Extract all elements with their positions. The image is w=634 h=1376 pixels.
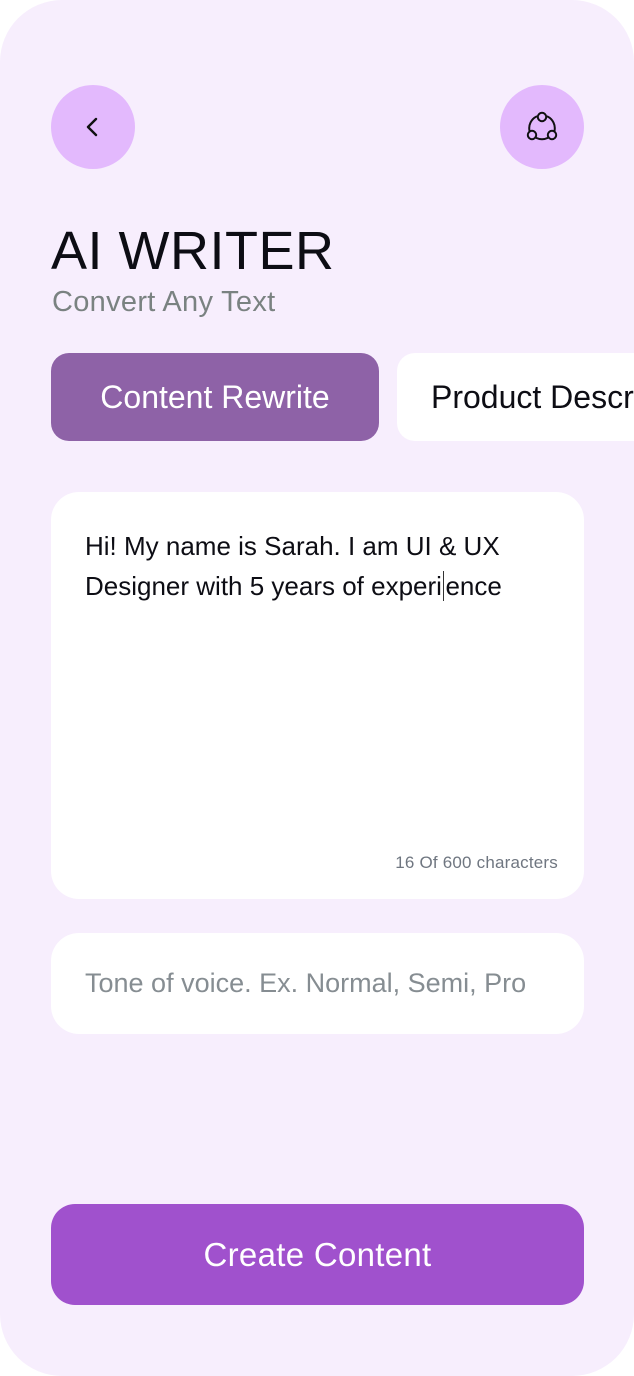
back-button[interactable] <box>51 85 135 169</box>
share-nodes-icon <box>526 111 558 141</box>
editor-text-after-cursor: ence <box>445 571 502 601</box>
mode-tabs: Content Rewrite Product Description <box>51 353 634 441</box>
editor-text[interactable]: Hi! My name is Sarah. I am UI & UX Desig… <box>85 526 565 606</box>
chevron-left-icon <box>86 117 98 137</box>
page-subtitle: Convert Any Text <box>52 286 276 318</box>
tone-of-voice-input[interactable] <box>51 933 584 1034</box>
create-content-button[interactable]: Create Content <box>51 1204 584 1305</box>
tab-content-rewrite[interactable]: Content Rewrite <box>51 353 379 441</box>
tab-product-description[interactable]: Product Description <box>397 353 634 441</box>
app-screen: AI WRITER Convert Any Text Content Rewri… <box>0 0 634 1376</box>
share-button[interactable] <box>500 85 584 169</box>
character-counter: 16 Of 600 characters <box>395 853 558 872</box>
editor-text-before-cursor: Hi! My name is Sarah. I am UI & UX Desig… <box>85 531 500 601</box>
page-title: AI WRITER <box>51 221 335 281</box>
text-editor[interactable]: Hi! My name is Sarah. I am UI & UX Desig… <box>51 492 584 899</box>
